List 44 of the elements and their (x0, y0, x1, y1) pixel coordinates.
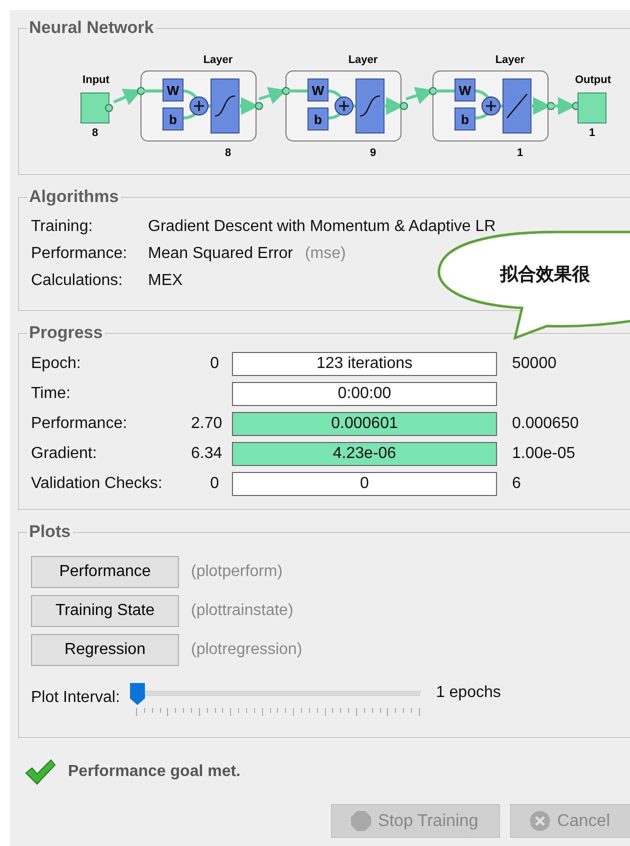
progress-bar: 0:00:00 (232, 382, 497, 406)
progress-bar: 4.23e-06 (232, 442, 497, 466)
field-value: Mean Squared Error (148, 244, 293, 262)
plot-button[interactable]: Training State (31, 594, 179, 626)
start-value: 0 (210, 475, 219, 492)
field-label: Gradient: (31, 445, 98, 463)
target-value: 6 (512, 475, 521, 493)
plot-button[interactable]: Performance (31, 556, 179, 588)
function-name: (mse) (304, 244, 346, 262)
field-value: MEX (148, 272, 183, 290)
progress-bar: 0 (232, 472, 497, 496)
cancel-icon (529, 810, 552, 832)
plot-button[interactable]: Regression (31, 634, 179, 666)
network-diagram: Input 8 Layer W b 8 Layer W b 9 Layer W b 1 Output 1 (41, 46, 630, 166)
field-label: Performance: (31, 244, 128, 262)
target-value: 0.000650 (512, 415, 579, 433)
interval-slider[interactable] (130, 681, 420, 715)
start-value: 0 (210, 355, 219, 372)
field-label: Time: (31, 385, 72, 403)
field-label: Epoch: (31, 355, 82, 373)
section-title: Progress (28, 323, 104, 343)
field-label: Performance: (31, 415, 128, 433)
section-title: Neural Network (28, 18, 155, 38)
field-label: Plot Interval: (31, 689, 120, 707)
target-value: 50000 (512, 355, 556, 373)
status-message: Performance goal met. (68, 763, 240, 781)
field-value: Gradient Descent with Momentum & Adaptive LR (148, 218, 496, 236)
checkmark-icon (24, 758, 56, 786)
field-label: Training: (31, 218, 94, 236)
target-value: 1.00e-05 (512, 445, 576, 463)
field-label: Calculations: (31, 272, 124, 290)
start-value: 6.34 (191, 445, 222, 462)
interval-reading: 1 epochs (436, 684, 501, 702)
start-value: 2.70 (191, 415, 222, 432)
section-title: Plots (28, 522, 72, 542)
function-name: (plotperform) (191, 562, 283, 580)
stop-icon (350, 810, 372, 832)
progress-bar: 123 iterations (232, 352, 497, 376)
callout-text: 拟合效果很 (500, 263, 590, 286)
section-title: Algorithms (28, 187, 120, 207)
function-name: (plotregression) (191, 640, 302, 658)
progress-bar: 0.000601 (232, 412, 497, 436)
field-label: Validation Checks: (31, 475, 164, 493)
function-name: (plottrainstate) (191, 602, 294, 620)
